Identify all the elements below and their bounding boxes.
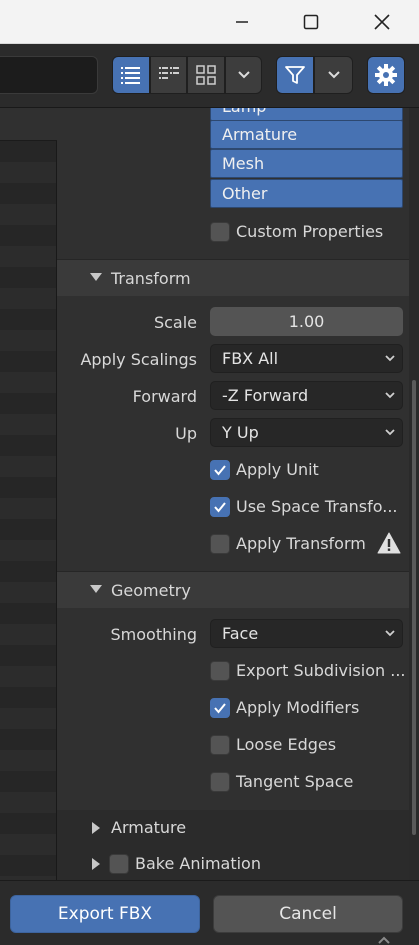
filter-dropdown-button[interactable] [314, 56, 353, 94]
expand-arrow-icon [90, 585, 102, 593]
apply-unit-label: Apply Unit [236, 460, 319, 479]
chevron-down-icon [385, 392, 395, 399]
use-space-transform-checkbox[interactable] [210, 497, 230, 517]
gear-icon [375, 64, 397, 86]
close-icon [374, 14, 390, 30]
file-list-header [0, 108, 57, 141]
display-mode-thumbnails-button[interactable] [187, 56, 225, 94]
forward-axis-value: -Z Forward [222, 386, 309, 405]
smoothing-label: Smoothing [110, 625, 197, 644]
bake-animation-section-title[interactable]: Bake Animation [135, 854, 261, 873]
apply-modifiers-label: Apply Modifiers [236, 698, 360, 717]
directory-path-field[interactable] [0, 56, 98, 94]
display-mode-vertical-list-button[interactable] [112, 56, 150, 94]
panel-scroll-thumb[interactable] [412, 380, 416, 835]
chevron-down-icon [385, 630, 395, 637]
armature-section-title[interactable]: Armature [111, 818, 186, 837]
export-subdivision-label: Export Subdivision ... [236, 661, 406, 680]
geometry-section-header[interactable]: Geometry [57, 571, 409, 608]
apply-transform-label: Apply Transform [236, 534, 366, 553]
file-list[interactable] [0, 108, 57, 880]
geometry-section-title: Geometry [111, 581, 191, 600]
filter-funnel-icon [285, 66, 305, 84]
scale-field[interactable]: 1.00 [210, 307, 403, 336]
warning-icon [377, 532, 401, 554]
transform-section-title: Transform [111, 269, 191, 288]
horizontal-list-icon [158, 67, 179, 79]
checkmark-icon [214, 465, 226, 476]
filter-toggle-button[interactable] [276, 56, 314, 94]
transform-section-header[interactable]: Transform [57, 259, 409, 296]
use-space-transform-label: Use Space Transfo... [236, 497, 398, 516]
forward-label: Forward [132, 387, 197, 406]
loose-edges-label: Loose Edges [236, 735, 337, 754]
apply-scalings-value: FBX All [222, 349, 279, 368]
export-subdivision-checkbox[interactable] [210, 661, 230, 681]
forward-axis-dropdown[interactable]: -Z Forward [210, 381, 403, 410]
vertical-list-icon [121, 67, 140, 84]
object-type-item-other[interactable]: Other [210, 179, 403, 208]
scale-label: Scale [153, 313, 197, 332]
settings-toggle-button[interactable] [367, 56, 405, 94]
apply-scalings-dropdown[interactable]: FBX All [210, 344, 403, 373]
export-settings-panel: Lamp Armature Mesh Other Custom Properti… [57, 108, 409, 880]
cancel-button[interactable]: Cancel [213, 895, 403, 933]
tangent-space-label: Tangent Space [236, 772, 354, 791]
custom-properties-checkbox[interactable] [210, 222, 230, 242]
tangent-space-checkbox[interactable] [210, 772, 230, 792]
maximize-button[interactable] [288, 0, 334, 44]
chevron-down-icon [385, 355, 395, 362]
object-type-item-mesh[interactable]: Mesh [210, 149, 403, 178]
custom-properties-label: Custom Properties [236, 222, 384, 241]
apply-transform-checkbox[interactable] [210, 534, 230, 554]
up-axis-dropdown[interactable]: Y Up [210, 418, 403, 447]
apply-unit-checkbox[interactable] [210, 460, 230, 480]
minimize-icon [236, 21, 248, 23]
display-mode-dropdown-button[interactable] [225, 56, 262, 94]
close-button[interactable] [359, 0, 405, 44]
smoothing-dropdown[interactable]: Face [210, 619, 403, 648]
bake-animation-checkbox[interactable] [109, 854, 129, 874]
smoothing-value: Face [222, 624, 259, 643]
checkmark-icon [214, 502, 226, 513]
object-type-item-armature[interactable]: Armature [210, 120, 403, 149]
object-type-label: Lamp [222, 108, 266, 116]
up-axis-value: Y Up [222, 423, 259, 442]
collapsed-subpanels: Armature Bake Animation [57, 810, 409, 880]
loose-edges-checkbox[interactable] [210, 735, 230, 755]
export-fbx-button[interactable]: Export FBX [10, 895, 200, 933]
object-type-label: Other [222, 184, 268, 203]
minimize-button[interactable] [219, 0, 265, 44]
expand-arrow-icon [90, 273, 102, 281]
maximize-icon [303, 14, 319, 30]
checkmark-icon [214, 703, 226, 714]
chevron-down-icon [327, 71, 340, 79]
file-browser-toolbar [0, 44, 419, 108]
dialog-footer: Export FBX Cancel [0, 880, 419, 945]
up-label: Up [175, 424, 197, 443]
apply-scalings-label: Apply Scalings [80, 350, 197, 369]
thumbnails-icon [196, 65, 216, 85]
file-list-rows[interactable] [0, 141, 56, 880]
expand-arrow-icon [92, 858, 100, 870]
window-title-bar [0, 0, 419, 44]
expand-arrow-icon [92, 822, 100, 834]
apply-modifiers-checkbox[interactable] [210, 698, 230, 718]
chevron-down-icon [385, 429, 395, 436]
resize-handle-icon[interactable] [376, 934, 392, 945]
object-type-label: Armature [222, 125, 298, 144]
chevron-down-icon [237, 71, 250, 79]
object-type-label: Mesh [222, 154, 265, 173]
display-mode-horizontal-list-button[interactable] [150, 56, 187, 94]
